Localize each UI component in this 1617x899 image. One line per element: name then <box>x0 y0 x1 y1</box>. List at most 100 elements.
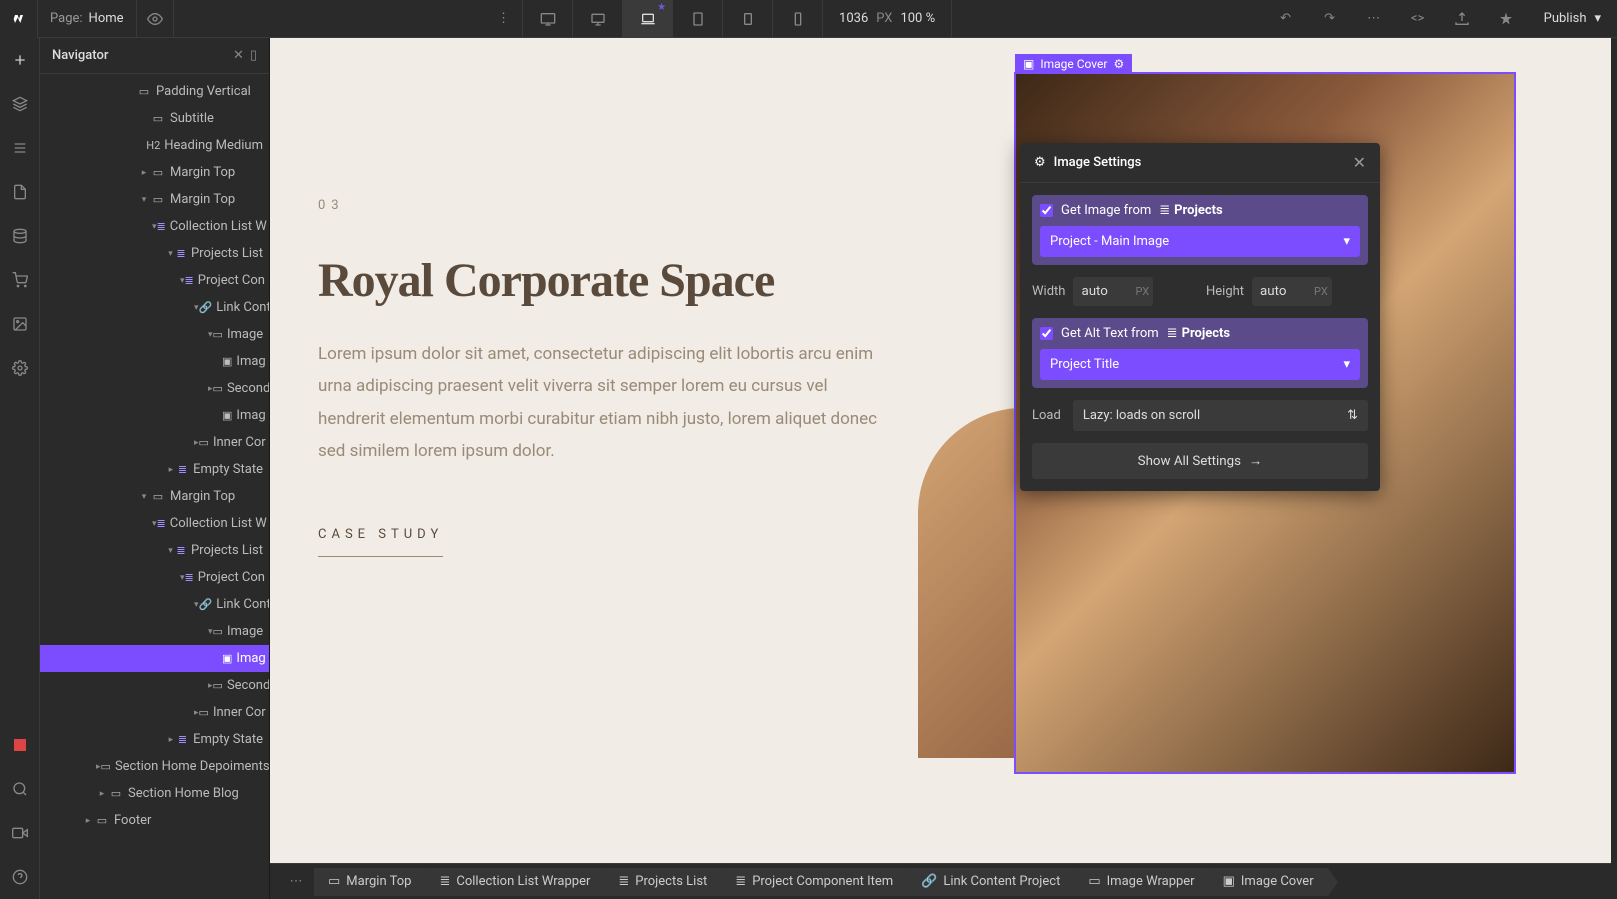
tree-item-label: Project Con <box>198 273 265 288</box>
breadcrumb-item[interactable]: ≣Collection List Wrapper <box>425 868 604 896</box>
undo-button[interactable]: ↶ <box>1264 0 1308 38</box>
tree-item[interactable]: ▾🔗Link Cont <box>40 294 269 321</box>
breadcrumb-item[interactable]: ▭Margin Top <box>314 868 425 896</box>
webflow-logo[interactable] <box>0 0 38 38</box>
close-button[interactable]: ✕ <box>1353 153 1366 172</box>
get-image-checkbox[interactable]: Get Image from ≣Projects <box>1040 203 1360 218</box>
navigator-close-icon[interactable]: ✕ <box>233 48 244 63</box>
tree-arrow-icon[interactable]: ▾ <box>138 195 150 205</box>
device-desktop[interactable] <box>573 0 623 38</box>
settings-button[interactable] <box>0 346 40 390</box>
gear-icon[interactable]: ⚙ <box>1113 57 1124 71</box>
tree-item[interactable]: ▣Imag <box>40 348 269 375</box>
load-select[interactable]: Lazy: loads on scroll ⇅ <box>1073 400 1368 431</box>
tree-arrow-icon[interactable]: ▸ <box>166 465 176 475</box>
tree-item[interactable]: ▾≣Project Con <box>40 564 269 591</box>
tree-item[interactable]: ▭Subtitle <box>40 105 269 132</box>
search-button[interactable] <box>0 767 40 811</box>
tree-item[interactable]: ▸▭Inner Cor <box>40 699 269 726</box>
case-study-link[interactable]: CASE STUDY <box>318 527 443 557</box>
tree-item[interactable]: ▾≣Projects List <box>40 240 269 267</box>
breadcrumb-more[interactable]: ⋯ <box>278 874 314 889</box>
tree-item[interactable]: ▸▭ Margin Top <box>40 159 269 186</box>
tree-arrow-icon[interactable]: ▸ <box>138 168 150 178</box>
get-alt-checkbox[interactable]: Get Alt Text from ≣Projects <box>1040 326 1360 341</box>
tree-arrow-icon[interactable]: ▸ <box>166 735 176 745</box>
tree-item[interactable]: ▾▭Margin Top <box>40 483 269 510</box>
tree-element-icon: ▣ <box>222 355 232 368</box>
tree-element-icon: ▭ <box>150 166 166 179</box>
page-selector[interactable]: Page: Home <box>38 11 136 26</box>
tree-item[interactable]: ▸≣Empty State <box>40 726 269 753</box>
tree-arrow-icon[interactable]: ▸ <box>82 816 94 826</box>
device-mobile[interactable] <box>773 0 823 38</box>
navigator-dock-icon[interactable]: ▯ <box>250 48 257 63</box>
more-devices-button[interactable]: ⋮ <box>485 0 523 38</box>
image-cover-label[interactable]: ▣ Image Cover ⚙ <box>1015 54 1132 74</box>
tree-item[interactable]: ▾▭Image <box>40 618 269 645</box>
tree-arrow-icon[interactable]: ▾ <box>138 492 150 502</box>
pages-button[interactable] <box>0 170 40 214</box>
navigator-button[interactable] <box>0 126 40 170</box>
components-button[interactable] <box>0 82 40 126</box>
tree-item[interactable]: ▣Imag <box>40 645 269 672</box>
video-button[interactable] <box>0 811 40 855</box>
device-laptop-active[interactable] <box>623 0 673 38</box>
breadcrumb-item[interactable]: ≣Projects List <box>604 868 721 896</box>
device-xl[interactable] <box>523 0 573 38</box>
tree-element-icon: ▭ <box>213 382 223 395</box>
tree-item[interactable]: ▸▭Footer <box>40 807 269 834</box>
tree-item-label: Collection List W <box>170 219 267 234</box>
tree-element-icon: ▭ <box>199 706 209 719</box>
get-image-collection: Projects <box>1174 203 1223 218</box>
tree-item[interactable]: ▾≣Project Con <box>40 267 269 294</box>
tree-arrow-icon[interactable]: ▾ <box>166 546 175 556</box>
tree-item[interactable]: H2Heading Medium <box>40 132 269 159</box>
tree-arrow-icon[interactable]: ▸ <box>96 789 108 799</box>
tree-item-label: Margin Top <box>170 165 235 180</box>
tree-arrow-icon[interactable]: ▾ <box>166 249 175 259</box>
comments-button[interactable]: ⋯ <box>1352 0 1396 38</box>
redo-button[interactable]: ↷ <box>1308 0 1352 38</box>
navigator-tree[interactable]: ▭Padding Vertical▭SubtitleH2Heading Medi… <box>40 74 269 899</box>
add-element-button[interactable] <box>0 38 40 82</box>
ecommerce-button[interactable] <box>0 258 40 302</box>
tree-item[interactable]: ▾▭Margin Top <box>40 186 269 213</box>
export-button[interactable] <box>1440 0 1484 38</box>
tree-item[interactable]: ▸≣Empty State <box>40 456 269 483</box>
tree-item[interactable]: ▾≣Collection List W <box>40 213 269 240</box>
breadcrumb-item[interactable]: ▭Image Wrapper <box>1074 868 1208 896</box>
audit-rail-button[interactable] <box>0 723 40 767</box>
breadcrumb-item[interactable]: ≣Project Component Item <box>721 868 907 896</box>
get-image-check[interactable] <box>1040 204 1053 217</box>
tree-item[interactable]: ▸▭Section Home Depoiments <box>40 753 269 780</box>
right-panel-collapsed[interactable] <box>1611 38 1617 899</box>
tree-item[interactable]: ▸▭Section Home Blog <box>40 780 269 807</box>
show-all-settings-button[interactable]: Show All Settings → <box>1032 443 1368 479</box>
tree-item[interactable]: ▸▭Second <box>40 375 269 402</box>
code-button[interactable]: <> <box>1396 0 1440 38</box>
image-field-select[interactable]: Project - Main Image ▾ <box>1040 226 1360 257</box>
tree-item[interactable]: ▾▭Image <box>40 321 269 348</box>
device-tablet-sm[interactable] <box>723 0 773 38</box>
breadcrumb-item[interactable]: 🔗Link Content Project <box>907 868 1074 896</box>
tree-item[interactable]: ▾🔗Link Cont <box>40 591 269 618</box>
audit-button[interactable] <box>1484 0 1528 38</box>
tree-item[interactable]: ▭Padding Vertical <box>40 78 269 105</box>
tree-item[interactable]: ▣Imag <box>40 402 269 429</box>
get-alt-check[interactable] <box>1040 327 1053 340</box>
tree-item[interactable]: ▸▭Inner Cor <box>40 429 269 456</box>
tree-item[interactable]: ▸▭Second <box>40 672 269 699</box>
canvas-body[interactable]: 03 Royal Corporate Space Lorem ipsum dol… <box>270 38 1611 863</box>
device-tablet[interactable] <box>673 0 723 38</box>
assets-button[interactable] <box>0 302 40 346</box>
cms-button[interactable] <box>0 214 40 258</box>
tree-element-icon: ▭ <box>101 760 111 773</box>
breadcrumb-item[interactable]: ▣Image Cover <box>1209 868 1328 896</box>
publish-button[interactable]: Publish ▾ <box>1528 0 1617 38</box>
help-button[interactable] <box>0 855 40 899</box>
tree-item[interactable]: ▾≣Projects List <box>40 537 269 564</box>
tree-item[interactable]: ▾≣Collection List W <box>40 510 269 537</box>
alt-field-select[interactable]: Project Title ▾ <box>1040 349 1360 380</box>
preview-button[interactable] <box>136 0 174 38</box>
